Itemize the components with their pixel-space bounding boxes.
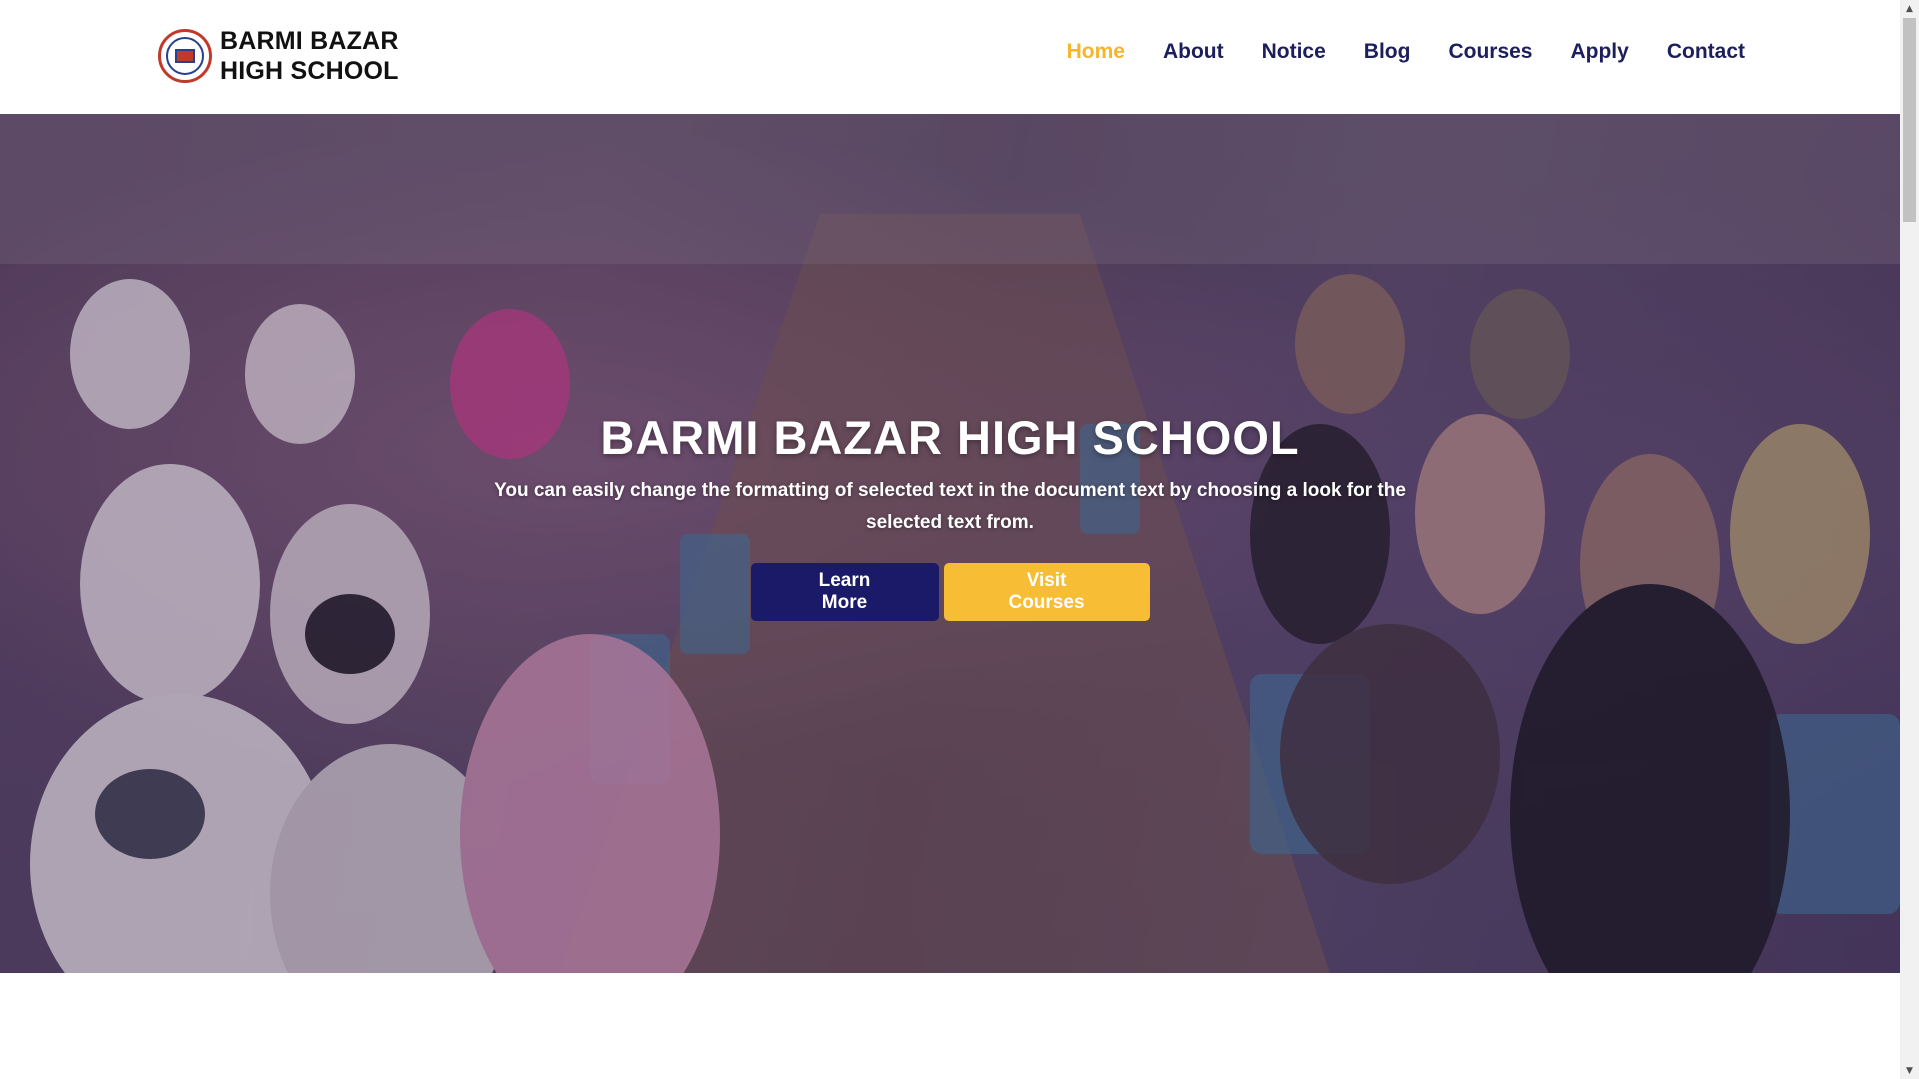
nav-item-blog[interactable]: Blog xyxy=(1364,40,1411,64)
visit-courses-button[interactable]: Visit Courses xyxy=(943,563,1150,621)
nav-item-notice[interactable]: Notice xyxy=(1262,40,1326,64)
hero-buttons: Learn More Visit Courses xyxy=(0,563,1900,621)
scroll-up-arrow-icon[interactable]: ▲ xyxy=(1900,0,1919,17)
site-header: BARMI BAZAR HIGH SCHOOL Home About Notic… xyxy=(0,0,1900,114)
nav-item-about[interactable]: About xyxy=(1163,40,1224,64)
hero-subtitle: You can easily change the formatting of … xyxy=(494,480,1406,533)
hero-title: BARMI BAZAR HIGH SCHOOL xyxy=(600,411,1300,464)
scroll-down-arrow-icon[interactable]: ▼ xyxy=(1900,1062,1919,1079)
logo-wordmark: BARMI BAZAR HIGH SCHOOL xyxy=(220,26,399,86)
logo-line-2: HIGH SCHOOL xyxy=(220,57,399,85)
main-nav: Home About Notice Blog Courses Apply Con… xyxy=(1067,40,1745,64)
page: BARMI BAZAR HIGH SCHOOL Home About Notic… xyxy=(0,0,1900,1079)
nav-item-home[interactable]: Home xyxy=(1067,40,1125,64)
hero-content: BARMI BAZAR HIGH SCHOOL You can easily c… xyxy=(0,410,1900,621)
scroll-thumb[interactable] xyxy=(1903,18,1916,222)
site-logo[interactable]: BARMI BAZAR HIGH SCHOOL xyxy=(158,26,399,86)
hero-banner: BARMI BAZAR HIGH SCHOOL You can easily c… xyxy=(0,114,1900,973)
learn-more-button[interactable]: Learn More xyxy=(750,563,939,621)
nav-item-apply[interactable]: Apply xyxy=(1570,40,1628,64)
nav-item-contact[interactable]: Contact xyxy=(1667,40,1745,64)
logo-line-1: BARMI BAZAR xyxy=(220,27,399,55)
nav-item-courses[interactable]: Courses xyxy=(1448,40,1532,64)
school-emblem-icon xyxy=(158,29,212,83)
vertical-scrollbar[interactable]: ▲ ▼ xyxy=(1900,0,1919,1079)
